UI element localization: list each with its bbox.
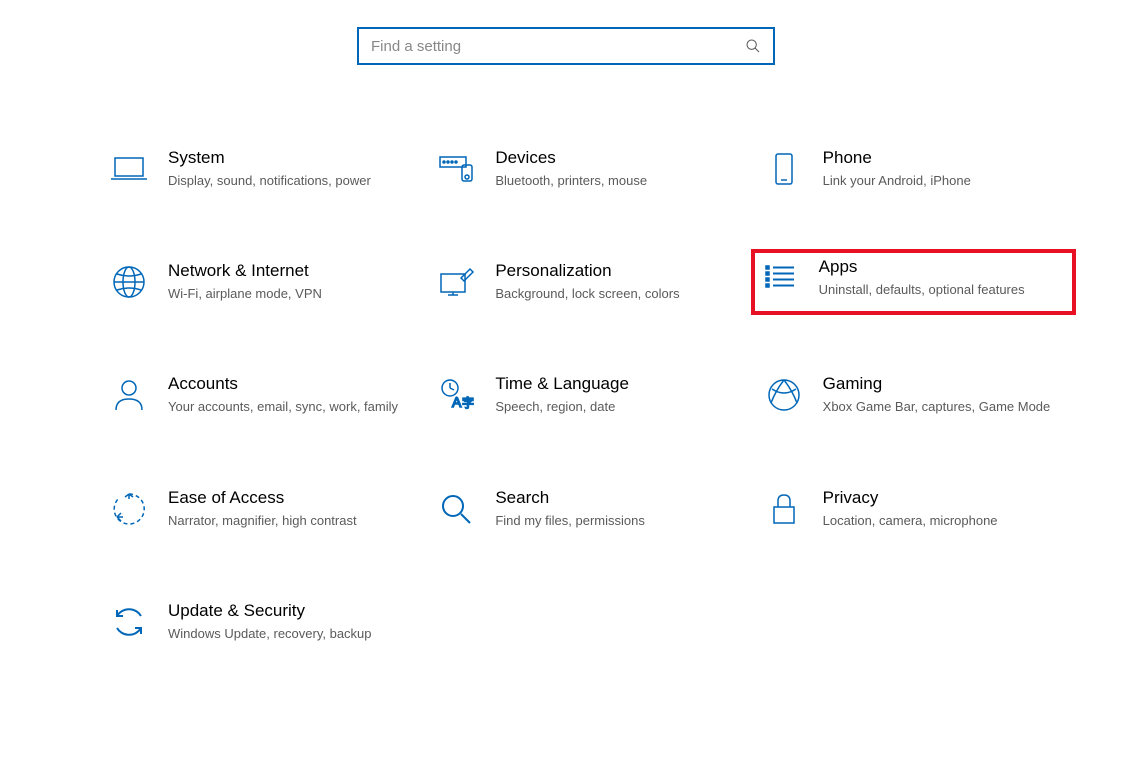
setting-desc: Xbox Game Bar, captures, Game Mode [823, 398, 1054, 416]
setting-ease-of-access[interactable]: Ease of Access Narrator, magnifier, high… [100, 480, 417, 538]
search-container[interactable] [357, 27, 775, 65]
setting-desc: Bluetooth, printers, mouse [495, 172, 726, 190]
search-icon [745, 38, 761, 54]
setting-desc: Background, lock screen, colors [495, 285, 726, 303]
svg-text:字: 字 [462, 395, 474, 410]
setting-desc: Link your Android, iPhone [823, 172, 1054, 190]
gaming-icon [763, 374, 805, 416]
setting-apps[interactable]: Apps Uninstall, defaults, optional featu… [751, 249, 1076, 315]
devices-icon [435, 148, 477, 190]
setting-time-language[interactable]: A字 Time & Language Speech, region, date [427, 366, 744, 424]
setting-phone[interactable]: Phone Link your Android, iPhone [755, 140, 1072, 198]
setting-personalization[interactable]: Personalization Background, lock screen,… [427, 253, 744, 311]
setting-title: Personalization [495, 261, 726, 281]
setting-title: Phone [823, 148, 1054, 168]
setting-title: Search [495, 488, 726, 508]
setting-devices[interactable]: Devices Bluetooth, printers, mouse [427, 140, 744, 198]
time-language-icon: A字 [435, 374, 477, 416]
laptop-icon [108, 148, 150, 190]
setting-network[interactable]: Network & Internet Wi-Fi, airplane mode,… [100, 253, 417, 311]
setting-search[interactable]: Search Find my files, permissions [427, 480, 744, 538]
setting-title: Privacy [823, 488, 1054, 508]
update-icon [108, 601, 150, 643]
setting-desc: Your accounts, email, sync, work, family [168, 398, 399, 416]
setting-desc: Narrator, magnifier, high contrast [168, 512, 399, 530]
personalization-icon [435, 261, 477, 303]
setting-desc: Uninstall, defaults, optional features [819, 281, 1058, 299]
person-icon [108, 374, 150, 416]
setting-desc: Display, sound, notifications, power [168, 172, 399, 190]
setting-privacy[interactable]: Privacy Location, camera, microphone [755, 480, 1072, 538]
setting-desc: Wi-Fi, airplane mode, VPN [168, 285, 399, 303]
setting-title: Update & Security [168, 601, 399, 621]
setting-title: Apps [819, 257, 1058, 277]
svg-text:A: A [452, 394, 462, 410]
settings-grid: System Display, sound, notifications, po… [100, 140, 1072, 651]
setting-system[interactable]: System Display, sound, notifications, po… [100, 140, 417, 198]
globe-icon [108, 261, 150, 303]
phone-icon [763, 148, 805, 190]
setting-title: Accounts [168, 374, 399, 394]
setting-gaming[interactable]: Gaming Xbox Game Bar, captures, Game Mod… [755, 366, 1072, 424]
setting-title: Gaming [823, 374, 1054, 394]
setting-accounts[interactable]: Accounts Your accounts, email, sync, wor… [100, 366, 417, 424]
setting-desc: Location, camera, microphone [823, 512, 1054, 530]
lock-icon [763, 488, 805, 530]
setting-title: Network & Internet [168, 261, 399, 281]
setting-title: Time & Language [495, 374, 726, 394]
setting-desc: Find my files, permissions [495, 512, 726, 530]
ease-of-access-icon [108, 488, 150, 530]
setting-desc: Windows Update, recovery, backup [168, 625, 399, 643]
setting-title: Ease of Access [168, 488, 399, 508]
setting-title: System [168, 148, 399, 168]
search-icon [435, 488, 477, 530]
setting-title: Devices [495, 148, 726, 168]
setting-update-security[interactable]: Update & Security Windows Update, recove… [100, 593, 417, 651]
search-input[interactable] [371, 38, 745, 55]
apps-icon [759, 257, 801, 299]
setting-desc: Speech, region, date [495, 398, 726, 416]
